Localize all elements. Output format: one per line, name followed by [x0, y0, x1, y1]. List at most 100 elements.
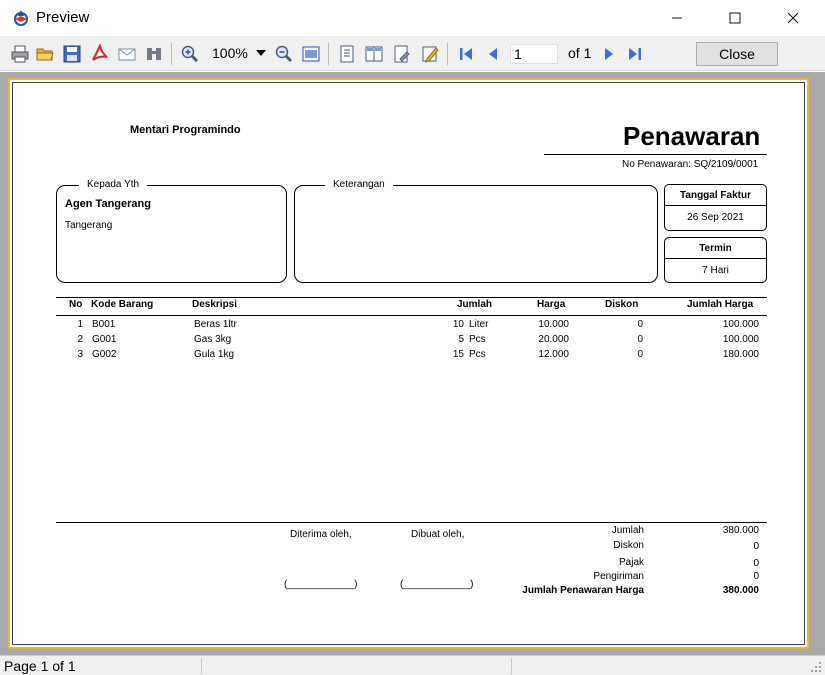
- email-button[interactable]: [115, 42, 139, 66]
- invoice-date-value: 26 Sep 2021: [687, 212, 744, 223]
- report-page: Mentari Programindo Penawaran No Penawar…: [8, 78, 809, 649]
- row-description: Gas 3kg: [194, 334, 232, 345]
- first-page-button[interactable]: [454, 42, 478, 66]
- zoom-dropdown-icon[interactable]: [256, 50, 266, 56]
- save-button[interactable]: [60, 42, 84, 66]
- row-description: Beras 1ltr: [194, 319, 237, 330]
- maximize-icon: [729, 12, 741, 24]
- grand-total-value: 380.000: [722, 585, 759, 596]
- discount-label: Diskon: [613, 540, 644, 551]
- row-no: 3: [77, 349, 83, 360]
- row-code: B001: [92, 319, 116, 330]
- status-divider: [511, 658, 512, 674]
- page-setup-button[interactable]: [390, 42, 414, 66]
- discount-value: 0: [753, 541, 759, 552]
- col-no: No: [69, 299, 83, 310]
- close-icon: [787, 12, 799, 24]
- prev-page-icon: [489, 48, 497, 60]
- row-qty: 5: [458, 334, 464, 345]
- row-discount: 0: [637, 334, 643, 345]
- zoom-in-icon: [181, 45, 199, 63]
- last-page-button[interactable]: [623, 42, 647, 66]
- zoom-select[interactable]: 100%: [212, 45, 248, 61]
- recipient-box: Kepada Yth Agen Tangerang Tangerang: [56, 179, 287, 283]
- last-page-icon: [629, 48, 641, 60]
- open-button[interactable]: [33, 42, 57, 66]
- row-price: 10.000: [538, 319, 569, 330]
- company-name: Mentari Programindo: [130, 124, 241, 136]
- row-code: G001: [92, 334, 117, 345]
- col-total: Jumlah Harga: [687, 299, 754, 310]
- page-width-button[interactable]: [299, 42, 323, 66]
- row-no: 2: [77, 334, 83, 345]
- single-page-icon: [340, 45, 354, 63]
- zoom-out-icon: [275, 45, 293, 63]
- tax-value: 0: [753, 558, 759, 569]
- grand-total-label: Jumlah Penawaran Harga: [522, 585, 644, 596]
- col-description: Deskripsi: [192, 299, 238, 310]
- print-button[interactable]: [8, 42, 32, 66]
- row-total: 100.000: [722, 319, 759, 330]
- mail-icon: [118, 48, 136, 61]
- received-by-signature: (____________): [284, 579, 358, 590]
- prev-page-button[interactable]: [481, 42, 505, 66]
- row-total: 100.000: [722, 334, 759, 345]
- recipient-address: Tangerang: [65, 220, 113, 231]
- row-unit: Pcs: [469, 334, 486, 345]
- row-total: 180.000: [722, 349, 759, 360]
- two-page-button[interactable]: [362, 42, 386, 66]
- invoice-date-box: Tanggal Faktur 26 Sep 2021: [664, 184, 767, 231]
- edit-button[interactable]: [418, 42, 442, 66]
- col-code: Kode Barang: [91, 299, 154, 310]
- preview-area[interactable]: Mentari Programindo Penawaran No Penawar…: [0, 72, 825, 655]
- minimize-icon: [672, 17, 682, 19]
- status-divider: [201, 658, 202, 674]
- pdf-icon: [92, 44, 108, 61]
- resize-grip-icon[interactable]: [810, 661, 822, 673]
- invoice-date-label: Tanggal Faktur: [665, 185, 766, 206]
- zoom-out-button[interactable]: [272, 42, 296, 66]
- made-by-label: Dibuat oleh,: [411, 529, 465, 540]
- row-code: G002: [92, 349, 117, 360]
- close-window-button[interactable]: [764, 0, 822, 36]
- row-qty: 15: [452, 349, 464, 360]
- minimize-button[interactable]: [648, 0, 706, 36]
- terms-box: Termin 7 Hari: [664, 237, 767, 283]
- find-icon: [147, 48, 161, 60]
- shipping-value: 0: [753, 571, 759, 582]
- subtotal-label: Jumlah: [611, 525, 644, 536]
- row-unit: Pcs: [469, 349, 486, 360]
- table-bottom-rule: [56, 522, 767, 523]
- status-page-text: Page 1 of 1: [4, 658, 76, 674]
- table-header-rule: [56, 315, 767, 316]
- page-width-icon: [302, 46, 320, 62]
- status-bar: Page 1 of 1: [0, 655, 825, 675]
- zoom-in-button[interactable]: [178, 42, 202, 66]
- col-qty: Jumlah: [457, 299, 493, 310]
- document-title: Penawaran: [623, 121, 761, 151]
- find-button[interactable]: [142, 42, 166, 66]
- toolbar-separator: [171, 43, 172, 65]
- toolbar-separator: [328, 43, 329, 65]
- single-page-button[interactable]: [335, 42, 359, 66]
- title-underline: [544, 154, 767, 155]
- col-discount: Diskon: [605, 299, 639, 310]
- edit-icon: [422, 46, 439, 63]
- printer-icon: [11, 45, 29, 63]
- received-by-label: Diterima oleh,: [290, 529, 352, 540]
- maximize-button[interactable]: [706, 0, 764, 36]
- export-pdf-button[interactable]: [88, 42, 112, 66]
- subtotal-value: 380.000: [722, 525, 759, 536]
- recipient-legend: Kepada Yth: [79, 179, 148, 190]
- close-button[interactable]: Close: [696, 42, 778, 66]
- notes-legend: Keterangan: [325, 179, 393, 190]
- row-discount: 0: [637, 319, 643, 330]
- terms-label: Termin: [665, 238, 766, 259]
- next-page-button[interactable]: [597, 42, 621, 66]
- page-number-input[interactable]: [510, 44, 558, 64]
- first-page-icon: [460, 48, 472, 60]
- tax-label: Pajak: [618, 557, 644, 568]
- open-folder-icon: [36, 48, 54, 61]
- table-top-rule: [56, 297, 767, 298]
- app-icon: [14, 10, 28, 26]
